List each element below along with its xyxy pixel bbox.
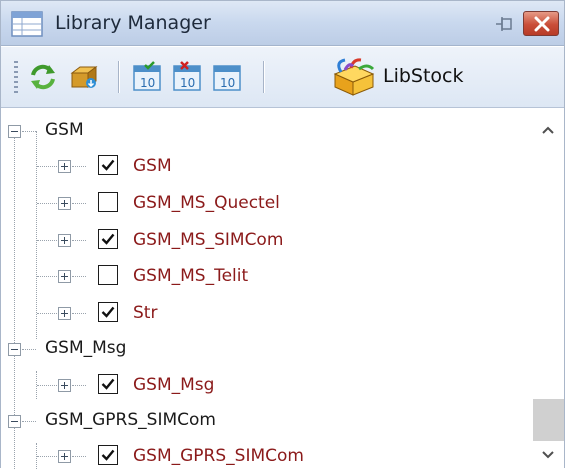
tree-node-library[interactable]: GSM_MS_Telit [1,258,532,294]
tree-node-label: GSM [45,120,84,140]
expand-icon[interactable] [58,197,71,210]
window-title: Library Manager [55,12,211,34]
tree-branch-line [22,421,36,422]
libstock-label: LibStock [383,65,464,87]
close-icon [534,16,550,32]
chevron-up-icon [542,126,554,134]
tree-node-library[interactable]: GSM_Msg [1,367,532,403]
toolbar-separator [263,61,265,93]
svg-text:10: 10 [220,76,235,90]
tree-branch-line [37,456,57,457]
tree-branch-line [72,385,86,386]
calendar-x-icon[interactable]: 10 [171,61,203,93]
tree-branch-line [37,166,57,167]
svg-text:10: 10 [180,76,195,90]
tree-node-label: GSM_MS_SIMCom [133,230,284,250]
library-tree: GSM GSM GSM_MS_Quectel GSM_MS_SIMCom GSM… [1,109,532,469]
tree-branch-line [37,276,57,277]
library-checkbox[interactable] [98,302,118,322]
tree-node-label: GSM_Msg [133,375,215,395]
tree-node-library[interactable]: GSM_GPRS_SIMCom [1,438,532,469]
tree-branch-line [72,313,86,314]
close-button[interactable] [523,11,559,36]
expand-icon[interactable] [58,270,71,283]
library-checkbox[interactable] [98,265,118,285]
tree-node-label: GSM_Msg [45,338,127,358]
vertical-scrollbar[interactable] [532,109,564,469]
scrollbar-thumb[interactable] [533,399,564,441]
library-manager-panel: Library Manager 10 10 10 LibStock GSM GS… [0,0,565,469]
pin-icon[interactable] [494,14,516,34]
tree-branch-line [22,349,36,350]
tree-node-library[interactable]: GSM [1,148,532,184]
tree-branch-line [37,240,57,241]
tree-node-group[interactable]: GSM [1,113,532,149]
tree-node-label: GSM_GPRS_SIMCom [45,410,216,430]
tree-branch-line [72,276,86,277]
calendar-icon[interactable]: 10 [211,61,243,93]
tree-node-label: GSM_MS_Quectel [133,193,280,213]
tree-branch-line [72,456,86,457]
library-checkbox[interactable] [98,445,118,465]
tree-branch-line [37,313,57,314]
collapse-icon[interactable] [8,125,21,138]
collapse-icon[interactable] [8,343,21,356]
tree-node-library[interactable]: GSM_MS_SIMCom [1,222,532,258]
tree-branch-line [37,385,57,386]
libstock-button[interactable]: LibStock [319,57,489,97]
tree-node-label: GSM [133,156,172,176]
library-checkbox[interactable] [98,192,118,212]
tree-node-library[interactable]: GSM_MS_Quectel [1,185,532,221]
package-install-icon[interactable] [67,61,99,93]
scroll-up-button[interactable] [532,117,564,145]
tree-branch-line [37,203,57,204]
tree-node-label: Str [133,303,158,323]
svg-text:10: 10 [140,76,155,90]
expand-icon[interactable] [58,234,71,247]
library-checkbox[interactable] [98,229,118,249]
toolbar-separator [118,61,120,93]
tree-node-label: GSM_MS_Telit [133,266,249,286]
tree-branch-line [72,166,86,167]
collapse-icon[interactable] [8,415,21,428]
calendar-check-icon[interactable]: 10 [131,61,163,93]
tree-branch-line [72,240,86,241]
refresh-icon[interactable] [27,61,59,93]
tree-node-group[interactable]: GSM_GPRS_SIMCom [1,403,532,439]
tree-node-group[interactable]: GSM_Msg [1,331,532,367]
scroll-down-button[interactable] [532,441,564,467]
table-icon [11,11,43,37]
title-bar: Library Manager [1,1,564,46]
expand-icon[interactable] [58,450,71,463]
library-checkbox[interactable] [98,155,118,175]
toolbar: 10 10 10 LibStock [1,47,564,108]
tree-branch-line [22,131,36,132]
expand-icon[interactable] [58,379,71,392]
tree-node-library[interactable]: Str [1,295,532,331]
tree-node-label: GSM_GPRS_SIMCom [133,446,304,466]
tree-branch-line [72,203,86,204]
toolbar-grip[interactable] [14,61,18,93]
expand-icon[interactable] [58,160,71,173]
chevron-down-icon [542,451,554,459]
libstock-box-icon [333,58,375,96]
library-checkbox[interactable] [98,374,118,394]
expand-icon[interactable] [58,307,71,320]
